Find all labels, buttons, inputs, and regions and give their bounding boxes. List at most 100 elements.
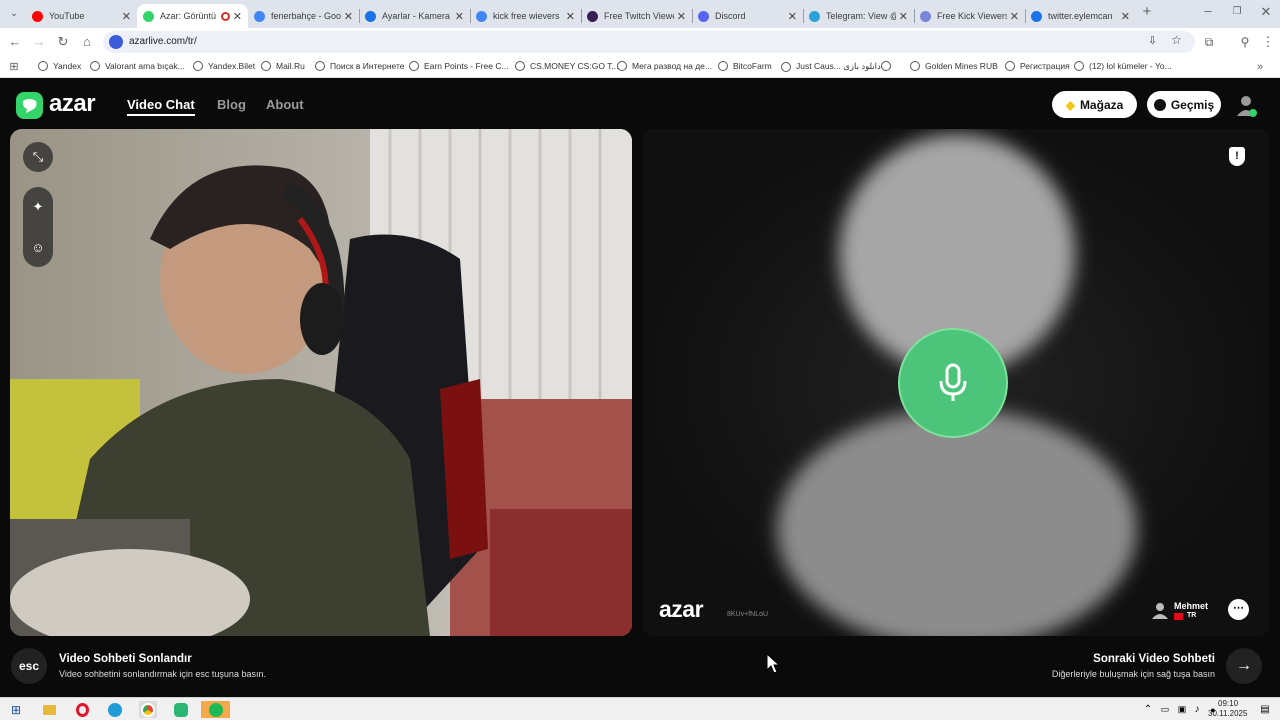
history-button[interactable]: Geçmiş: [1147, 91, 1221, 118]
tab-9[interactable]: twitter.eylemcan ✕: [1025, 4, 1136, 28]
bookmark-item[interactable]: Yandex.Bilet: [193, 61, 255, 71]
clock-icon: [1153, 98, 1166, 111]
azar-logo-icon[interactable]: [16, 92, 43, 119]
tab-7[interactable]: Telegram: View @ ✕: [803, 4, 914, 28]
report-shield-icon[interactable]: !: [1229, 147, 1245, 166]
bookmark-star-icon[interactable]: ☆: [1171, 33, 1182, 47]
bookmark-globe-icon: [881, 61, 891, 71]
back-icon[interactable]: ←: [7, 34, 23, 50]
tab-close-icon[interactable]: ✕: [344, 10, 353, 23]
new-tab-button[interactable]: +: [1139, 4, 1155, 20]
bookmark-item[interactable]: Earn Points - Free C...: [409, 61, 509, 71]
partner-avatar-icon: [1152, 602, 1168, 620]
tray-network-icon[interactable]: ▭: [1156, 701, 1174, 718]
install-app-icon[interactable]: ⇩: [1148, 34, 1157, 47]
face-filter-icon[interactable]: ☺: [31, 240, 44, 255]
close-window-icon[interactable]: ✕: [1258, 4, 1274, 20]
tab-close-icon[interactable]: ✕: [122, 10, 131, 23]
extensions-icon[interactable]: ⧉: [1201, 34, 1217, 50]
bookmark-globe-icon: [409, 61, 419, 71]
tab-6[interactable]: Discord ✕: [692, 4, 803, 28]
tab-label: twitter.eylemcan: [1048, 11, 1113, 21]
fullscreen-toggle-icon[interactable]: ⤡: [23, 142, 53, 172]
whatsapp-icon[interactable]: [172, 701, 190, 718]
menu-icon[interactable]: ⋮: [1260, 34, 1276, 50]
profile-icon[interactable]: ⚲: [1237, 34, 1253, 50]
next-arrow-button[interactable]: →: [1226, 648, 1262, 684]
tab-close-icon[interactable]: ✕: [899, 10, 908, 23]
more-bookmarks-icon[interactable]: »: [1252, 59, 1268, 75]
minimize-icon[interactable]: –: [1200, 3, 1216, 19]
tab-5[interactable]: Free Twitch Viewe ✕: [581, 4, 692, 28]
bookmark-item[interactable]: BitcoFarm: [718, 61, 772, 71]
tab-1[interactable]: Azar: Görüntü ✕: [137, 4, 248, 28]
tab-close-icon[interactable]: ✕: [788, 10, 797, 23]
bottom-controls: esc Video Sohbeti Sonlandır Video sohbet…: [0, 637, 1280, 695]
tab-label: Azar: Görüntü: [160, 11, 217, 21]
bookmark-item[interactable]: [881, 61, 896, 71]
chrome-icon[interactable]: [139, 701, 157, 718]
tab-favicon-icon: [143, 10, 154, 22]
bookmark-item[interactable]: Golden Mines RUB: [910, 61, 998, 71]
nav-about[interactable]: About: [266, 97, 304, 112]
tab-close-icon[interactable]: ✕: [1010, 10, 1019, 23]
bookmark-globe-icon: [718, 61, 728, 71]
bookmark-item[interactable]: Just Caus... دانلود بازی: [781, 61, 881, 72]
tab-close-icon[interactable]: ✕: [677, 10, 686, 23]
tab-close-icon[interactable]: ✕: [1121, 10, 1130, 23]
bookmark-item[interactable]: Мега развод на де...: [617, 61, 712, 71]
browser-toolbar: ← → ↻ ⌂ azarlive.com/tr/ ⇩ ☆ ⧉ ⚲ ⋮: [0, 28, 1280, 56]
spotify-icon[interactable]: [201, 701, 230, 718]
tab-0[interactable]: YouTube ✕: [26, 4, 137, 28]
tab-close-icon[interactable]: ✕: [455, 10, 464, 23]
tab-favicon-icon: [1031, 10, 1042, 22]
tab-4[interactable]: kick free wievers ✕: [470, 4, 581, 28]
site-info-icon[interactable]: [109, 35, 123, 49]
file-explorer-icon[interactable]: [40, 701, 58, 718]
shop-button[interactable]: ◆ Mağaza: [1052, 91, 1137, 118]
bookmark-item[interactable]: Регистрация: [1005, 61, 1070, 71]
bookmark-item[interactable]: Yandex: [38, 61, 81, 71]
partner-name: Mehmet: [1174, 601, 1209, 611]
tab-3[interactable]: Ayarlar - Kamera ✕: [359, 4, 470, 28]
tab-favicon-icon: [476, 10, 487, 22]
chat-bubble-icon[interactable]: ⋯: [1228, 599, 1249, 620]
forward-icon[interactable]: →: [31, 34, 47, 50]
notification-icon[interactable]: ▤: [1256, 701, 1274, 718]
apps-grid-icon[interactable]: ⊞: [6, 59, 22, 75]
bookmark-item[interactable]: Поиск в Интернете: [315, 61, 405, 71]
tab-close-icon[interactable]: ✕: [233, 10, 242, 23]
tab-2[interactable]: fenerbahçe - Goo ✕: [248, 4, 359, 28]
windows-start-icon[interactable]: ⊞: [7, 701, 25, 718]
nav-video-chat[interactable]: Video Chat: [127, 97, 195, 116]
partner-info[interactable]: Mehmet TR: [1150, 600, 1226, 624]
bookmark-item[interactable]: (12) lol kümeler - Yo...: [1074, 61, 1172, 71]
tab-favicon-icon: [698, 10, 709, 22]
tray-chevron-icon[interactable]: ⌃: [1139, 701, 1157, 718]
tab-favicon-icon: [587, 10, 598, 22]
opera-icon[interactable]: [73, 701, 91, 718]
bookmark-item[interactable]: CS.MONEY CS:GO T...: [515, 61, 618, 71]
tab-close-icon[interactable]: ✕: [566, 10, 575, 23]
home-icon[interactable]: ⌂: [79, 34, 95, 50]
edge-icon[interactable]: [106, 701, 124, 718]
tab-search-icon[interactable]: ⌄: [6, 6, 22, 22]
tab-8[interactable]: Free Kick Viewers ✕: [914, 4, 1025, 28]
esc-key-button[interactable]: esc: [11, 648, 47, 684]
user-avatar-icon[interactable]: [1236, 94, 1257, 117]
azar-logo-text[interactable]: azar: [49, 90, 96, 118]
bookmark-item[interactable]: Mail.Ru: [261, 61, 305, 71]
restore-icon[interactable]: ❐: [1229, 4, 1245, 20]
address-bar[interactable]: azarlive.com/tr/ ⇩ ☆: [103, 31, 1195, 53]
windows-taskbar: ⊞ ⌃ ▭ ▣ ♪ ● 09:10 30.11.2025 ▤: [0, 697, 1280, 720]
bookmark-label: Yandex: [53, 61, 82, 71]
bookmark-globe-icon: [617, 61, 627, 71]
sparkle-effects-icon[interactable]: ✦: [33, 199, 44, 215]
bookmark-label: Valorant ama bıçak...: [105, 61, 185, 71]
bookmark-label: Earn Points - Free C...: [424, 61, 509, 71]
bookmark-label: Поиск в Интернете: [330, 61, 405, 71]
bookmark-item[interactable]: Valorant ama bıçak...: [90, 61, 185, 71]
reload-icon[interactable]: ↻: [55, 34, 71, 50]
nav-blog[interactable]: Blog: [217, 97, 246, 112]
self-video-feed: ⤡ ✦ ☺: [10, 129, 632, 636]
